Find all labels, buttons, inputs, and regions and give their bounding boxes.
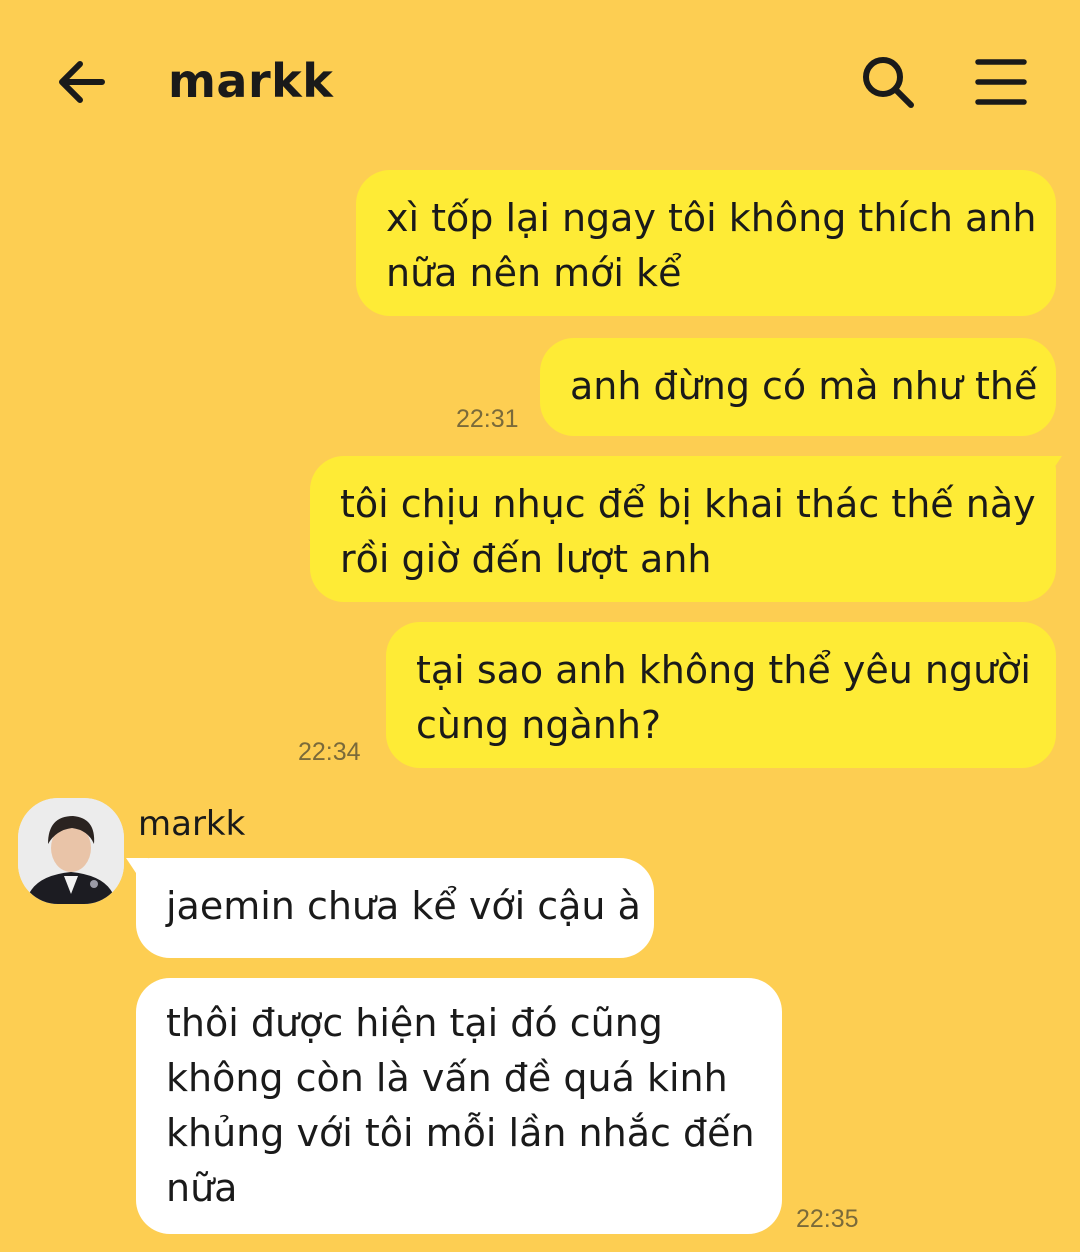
incoming-message-bubble[interactable]: jaemin chưa kể với cậu à [136,858,654,958]
message-line: jaemin chưa kể với cậu à [166,884,641,928]
user-photo-icon [18,798,124,904]
page-title: markk [168,54,334,108]
message-line: rồi giờ đến lượt anh [340,537,712,581]
sender-name: markk [138,804,246,844]
outgoing-message-bubble[interactable]: tôi chịu nhục để bị khai thác thế này rồ… [310,456,1056,602]
avatar[interactable] [18,798,124,904]
back-button[interactable] [52,52,112,112]
arrow-left-icon [59,61,105,103]
incoming-message-bubble[interactable]: thôi được hiện tại đó cũng không còn là … [136,978,782,1234]
menu-button[interactable] [970,52,1032,112]
chat-screen: markk xì tốp lại ngay tôi không thích an… [0,0,1080,1252]
message-line: cùng ngành? [416,703,662,747]
message-line: nữa [166,1166,238,1210]
message-line: anh đừng có mà như thế [570,364,1038,408]
message-line: xì tốp lại ngay tôi không thích anh [386,196,1037,240]
message-line: khủng với tôi mỗi lần nhắc đến [166,1111,755,1155]
outgoing-message-bubble[interactable]: xì tốp lại ngay tôi không thích anh nữa … [356,170,1056,316]
search-icon [863,57,914,108]
message-line: tại sao anh không thể yêu người [416,648,1031,692]
message-line: nữa nên mới kể [386,251,682,295]
chat-header: markk [0,0,1080,160]
search-button[interactable] [858,52,918,112]
bubble-tail [126,858,148,876]
bubble-tail [1040,456,1062,474]
message-timestamp: 22:34 [298,738,361,766]
message-line: không còn là vấn đề quá kinh [166,1056,728,1100]
message-line: tôi chịu nhục để bị khai thác thế này [340,482,1036,526]
message-timestamp: 22:31 [456,405,519,433]
message-timestamp: 22:35 [796,1205,859,1233]
outgoing-message-bubble[interactable]: anh đừng có mà như thế [540,338,1056,436]
outgoing-message-bubble[interactable]: tại sao anh không thể yêu người cùng ngà… [386,622,1056,768]
message-line: thôi được hiện tại đó cũng [166,1001,663,1045]
hamburger-menu-icon [975,59,1027,105]
